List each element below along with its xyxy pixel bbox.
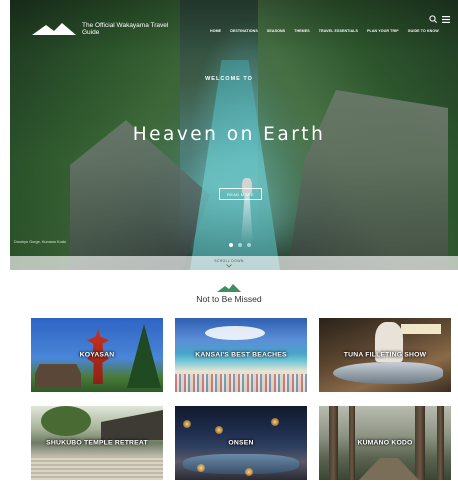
tuna-image [333, 362, 443, 384]
beach-crowd-image [175, 374, 307, 392]
temple-roof-image [101, 410, 163, 440]
lantern-light [245, 468, 253, 476]
slider-dot-2[interactable] [238, 243, 242, 247]
tile-label: KUMANO KODO [357, 439, 413, 447]
tile-label: ONSEN [228, 439, 254, 447]
tile-tuna-filleting[interactable]: TUNA FILLETING SHOW [319, 318, 451, 392]
lantern-light [183, 420, 191, 428]
nav-travel-essentials[interactable]: TRAVEL ESSENTIALS [319, 29, 358, 33]
lantern-light [271, 418, 279, 426]
cloud-image [205, 326, 265, 340]
menu-icon[interactable] [442, 16, 450, 23]
chevron-down-icon[interactable] [226, 264, 232, 268]
read-more-button[interactable]: READ MORE [219, 188, 262, 200]
search-icon[interactable] [429, 15, 437, 23]
hero-welcome: WELCOME TO [205, 76, 253, 82]
rock-garden-image [31, 456, 163, 480]
site-logo[interactable]: The Official Wakayama Travel Guide [32, 22, 172, 36]
lantern-light [215, 426, 223, 434]
nav-destinations[interactable]: DESTINATIONS [230, 29, 258, 33]
main-nav: HOME DESTINATIONS SEASONS THEMES TRAVEL … [210, 29, 439, 33]
nav-seasons[interactable]: SEASONS [267, 29, 285, 33]
tile-kumano-kodo[interactable]: KUMANO KODO [319, 406, 451, 480]
nav-plan-your-trip[interactable]: PLAN YOUR TRIP [367, 29, 399, 33]
slider-dot-3[interactable] [247, 243, 251, 247]
slider-dots [229, 243, 251, 247]
tile-label: KOYASAN [79, 351, 115, 359]
nav-home[interactable]: HOME [210, 29, 221, 33]
mountain-logo-icon [32, 23, 76, 35]
sign-image [401, 324, 441, 334]
nav-guide-to-know[interactable]: GUIDE TO KNOW [408, 29, 439, 33]
tile-label: KANSAI'S BEST BEACHES [195, 351, 287, 359]
lantern-light [197, 464, 205, 472]
logo-text: The Official Wakayama Travel Guide [82, 22, 169, 36]
mountain-divider-icon [217, 284, 241, 292]
forest-path-image [359, 458, 419, 480]
nav-themes[interactable]: THEMES [294, 29, 310, 33]
bush-image [41, 406, 91, 436]
tile-onsen[interactable]: ONSEN [175, 406, 307, 480]
slider-dot-1[interactable] [229, 243, 233, 247]
tile-label: SHUKUBO TEMPLE RETREAT [46, 439, 148, 447]
tile-image-temple [35, 364, 81, 388]
tile-label: TUNA FILLETING SHOW [343, 351, 427, 359]
tile-shukubo[interactable]: SHUKUBO TEMPLE RETREAT [31, 406, 163, 480]
hero-caption: Dorokyo Gorge, Kumano Kodo [14, 240, 66, 244]
tile-koyasan[interactable]: KOYASAN [31, 318, 163, 392]
tile-beaches[interactable]: KANSAI'S BEST BEACHES [175, 318, 307, 392]
section-title: Not to Be Missed [196, 294, 262, 304]
hero-headline: Heaven on Earth [132, 124, 326, 145]
scroll-down-label[interactable]: SCROLL DOWN [0, 259, 458, 263]
